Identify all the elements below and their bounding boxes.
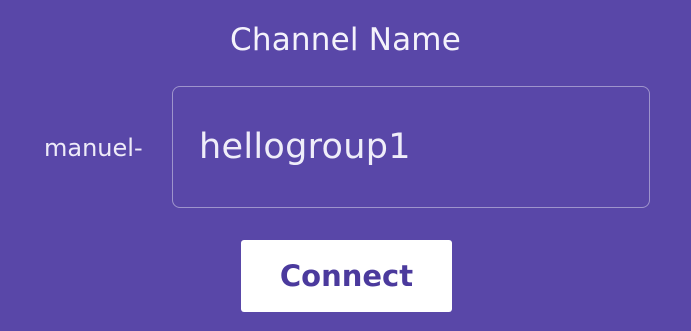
channel-name-input[interactable] <box>172 86 650 208</box>
channel-prefix-label: manuel- <box>44 134 143 162</box>
connect-button[interactable]: Connect <box>241 240 452 312</box>
channel-name-heading: Channel Name <box>230 22 461 58</box>
